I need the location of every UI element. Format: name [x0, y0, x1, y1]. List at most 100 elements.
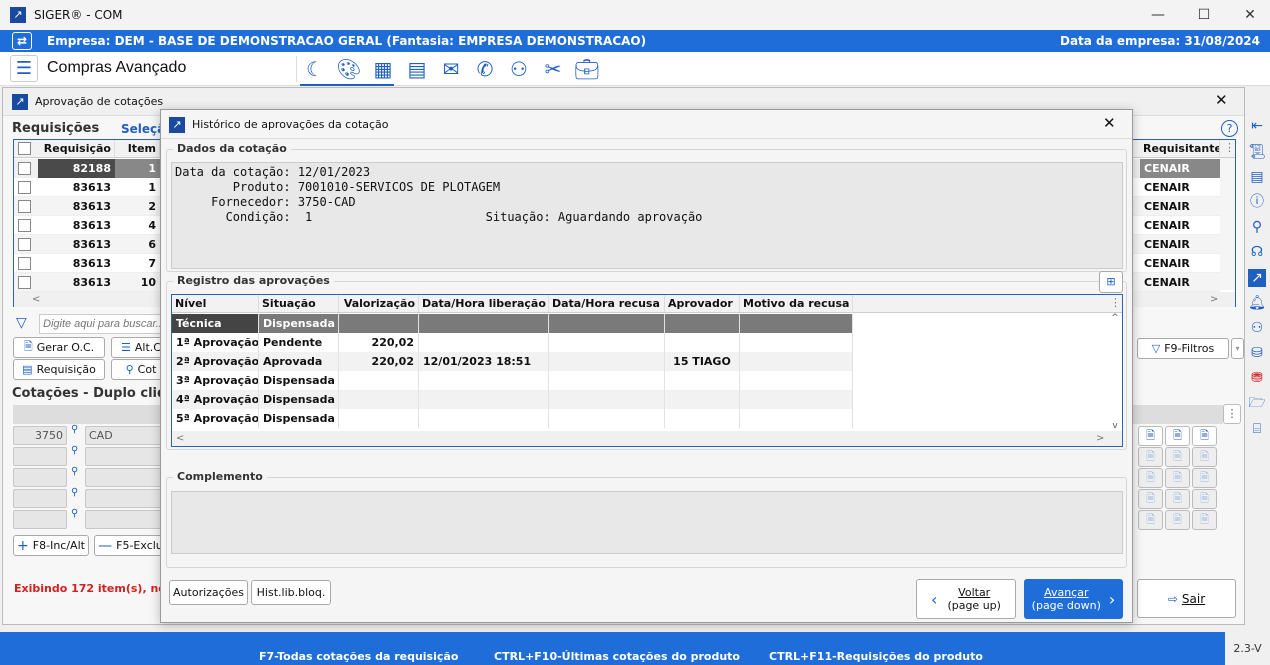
users-icon[interactable]: ⚇	[506, 56, 532, 82]
col-requisicao[interactable]: Requisição	[38, 140, 115, 158]
table-row[interactable]: 4ª Aprovação Dispensada	[172, 390, 853, 409]
lookup-icon[interactable]: ⚲	[71, 487, 78, 498]
collapse-icon[interactable]: ⇤	[1248, 117, 1266, 135]
cot-edit-icon[interactable]: 🗎	[1138, 426, 1163, 446]
tools-icon[interactable]: ✂	[540, 56, 566, 82]
cot-edit-icon[interactable]: 🗎	[1138, 510, 1163, 530]
col-2[interactable]: Valorização	[339, 295, 419, 313]
lookup-icon[interactable]: ⚲	[71, 466, 78, 477]
shortcut-ctrl-f10[interactable]: CTRL+F10-Últimas cotações do produto	[494, 650, 740, 663]
cot-name-field[interactable]: CAD	[85, 426, 165, 445]
news-icon[interactable]: ▤	[1248, 168, 1266, 186]
user-check-icon[interactable]: ⚲	[1248, 218, 1266, 236]
shortcut-f7[interactable]: F7-Todas cotações da requisição	[259, 650, 458, 663]
table-row[interactable]: 5ª Aprovação Dispensada	[172, 409, 853, 428]
requisicao-button[interactable]: ▤ Requisição	[13, 359, 105, 380]
calculator-icon[interactable]: ▦	[370, 56, 396, 82]
table-row[interactable]: Técnica Dispensada	[172, 314, 853, 333]
col-4[interactable]: Data/Hora recusa	[549, 295, 665, 313]
avancar-button[interactable]: Avançar (page down) ›	[1024, 579, 1123, 619]
mail-icon[interactable]: ✉	[438, 56, 464, 82]
autorizacoes-button[interactable]: Autorizações	[169, 580, 248, 605]
cot-file-check-icon[interactable]: 🗎	[1165, 489, 1190, 509]
shortcut-icon[interactable]: ↗	[1248, 269, 1266, 287]
support-icon[interactable]: ☊	[1248, 243, 1266, 261]
cot-code-field[interactable]: 3750	[13, 426, 67, 445]
phone-icon[interactable]: ✆	[472, 56, 498, 82]
cot-code-field[interactable]	[13, 510, 67, 529]
column-menu-icon[interactable]: ⋮	[1223, 404, 1241, 424]
filtros-button[interactable]: ▽ F9-Filtros	[1137, 338, 1229, 359]
col-1[interactable]: Situação	[259, 295, 339, 313]
row-checkbox[interactable]	[18, 200, 31, 213]
col-0[interactable]: Nível	[172, 295, 259, 313]
cot-edit-icon[interactable]: 🗎	[1138, 468, 1163, 488]
cot-edit-icon[interactable]: 🗎	[1138, 489, 1163, 509]
scroll-icon[interactable]: 📜︎	[1248, 143, 1266, 161]
row-checkbox[interactable]	[18, 181, 31, 194]
column-menu-icon[interactable]: ⋮	[1110, 296, 1121, 309]
help-icon[interactable]: ⓘ	[1248, 193, 1266, 211]
bell-icon[interactable]: 🔔︎	[1248, 294, 1266, 312]
table-row[interactable]: 2ª Aprovação Aprovada 220,02 12/01/2023 18:…	[172, 352, 853, 371]
lookup-icon[interactable]: ⚲	[71, 424, 78, 435]
hist-lib-bloq-button[interactable]: Hist.lib.bloq.	[251, 580, 331, 605]
moon-icon[interactable]: ☾	[302, 56, 328, 82]
cot-file-icon[interactable]: 🗎	[1192, 489, 1217, 509]
row-checkbox[interactable]	[18, 219, 31, 232]
coins-icon[interactable]: ⛃	[1248, 369, 1266, 387]
row-checkbox[interactable]	[18, 257, 31, 270]
cot-file-icon[interactable]: 🗎	[1192, 447, 1217, 467]
row-checkbox[interactable]	[18, 276, 31, 289]
cot-file-icon[interactable]: 🗎	[1192, 426, 1217, 446]
col-5[interactable]: Aprovador	[665, 295, 740, 313]
col-requisitante[interactable]: Requisitante	[1140, 140, 1220, 158]
maximize-button[interactable]: ☐	[1181, 0, 1227, 30]
select-all-checkbox[interactable]	[18, 142, 31, 155]
close-button[interactable]: ✕	[1227, 0, 1270, 30]
table-row[interactable]: 3ª Aprovação Dispensada	[172, 371, 853, 390]
inc-alt-button[interactable]: + F8-Inc/Alt	[13, 535, 89, 556]
vertical-scrollbar[interactable]	[1220, 158, 1235, 290]
voltar-button[interactable]: ‹ Voltar (page up)	[916, 579, 1016, 619]
table-row[interactable]: 1ª Aprovação Pendente 220,02	[172, 333, 853, 352]
search-input[interactable]	[39, 314, 164, 334]
dialog-close-button[interactable]: ✕	[1103, 114, 1116, 132]
cot-file-icon[interactable]: 🗎	[1192, 510, 1217, 530]
row-checkbox[interactable]	[18, 162, 31, 175]
sair-button[interactable]: ⇨ Sair	[1137, 579, 1236, 618]
cot-name-field[interactable]	[85, 468, 165, 487]
briefcase-icon[interactable]: 💼︎	[574, 56, 600, 82]
approval-close-button[interactable]: ✕	[1215, 91, 1228, 109]
col-6[interactable]: Motivo da recusa	[740, 295, 853, 313]
lookup-icon[interactable]: ⚲	[71, 445, 78, 456]
cot-file-icon[interactable]: 🗎	[1192, 468, 1217, 488]
folder-icon[interactable]: 🗁	[1248, 394, 1266, 412]
cot-edit-icon[interactable]: 🗎	[1138, 447, 1163, 467]
code-file-icon[interactable]: ⌸	[1248, 420, 1266, 438]
cot-file-check-icon[interactable]: 🗎	[1165, 426, 1190, 446]
calendar-icon[interactable]: ▤	[404, 56, 430, 82]
horizontal-scrollbar[interactable]: < >	[172, 431, 1122, 446]
minimize-button[interactable]: —	[1135, 0, 1181, 30]
cot-name-field[interactable]	[85, 510, 165, 529]
shortcut-ctrl-f11[interactable]: CTRL+F11-Requisições do produto	[769, 650, 983, 663]
switch-company-icon[interactable]: ⇄	[12, 32, 32, 50]
col-item[interactable]: Item	[115, 140, 160, 158]
cot-file-check-icon[interactable]: 🗎	[1165, 510, 1190, 530]
cot-code-field[interactable]	[13, 489, 67, 508]
cot-name-field[interactable]	[85, 489, 165, 508]
layout-icon[interactable]: ⊞	[1099, 271, 1123, 293]
column-menu-icon[interactable]: ⋮	[1224, 141, 1235, 154]
menu-icon[interactable]: ☰	[10, 55, 38, 82]
cot-code-field[interactable]	[13, 447, 67, 466]
vertical-scrollbar[interactable]: ^ v	[1108, 313, 1122, 431]
col-3[interactable]: Data/Hora liberação	[419, 295, 549, 313]
row-checkbox[interactable]	[18, 238, 31, 251]
lookup-icon[interactable]: ⚲	[71, 508, 78, 519]
selecao-link[interactable]: Seleçã	[121, 122, 165, 136]
filtros-dropdown[interactable]: ▾	[1231, 338, 1244, 359]
database-icon[interactable]: ⛁	[1248, 344, 1266, 362]
gerar-oc-button[interactable]: 🗎 Gerar O.C.	[13, 337, 105, 358]
cot-file-check-icon[interactable]: 🗎	[1165, 447, 1190, 467]
